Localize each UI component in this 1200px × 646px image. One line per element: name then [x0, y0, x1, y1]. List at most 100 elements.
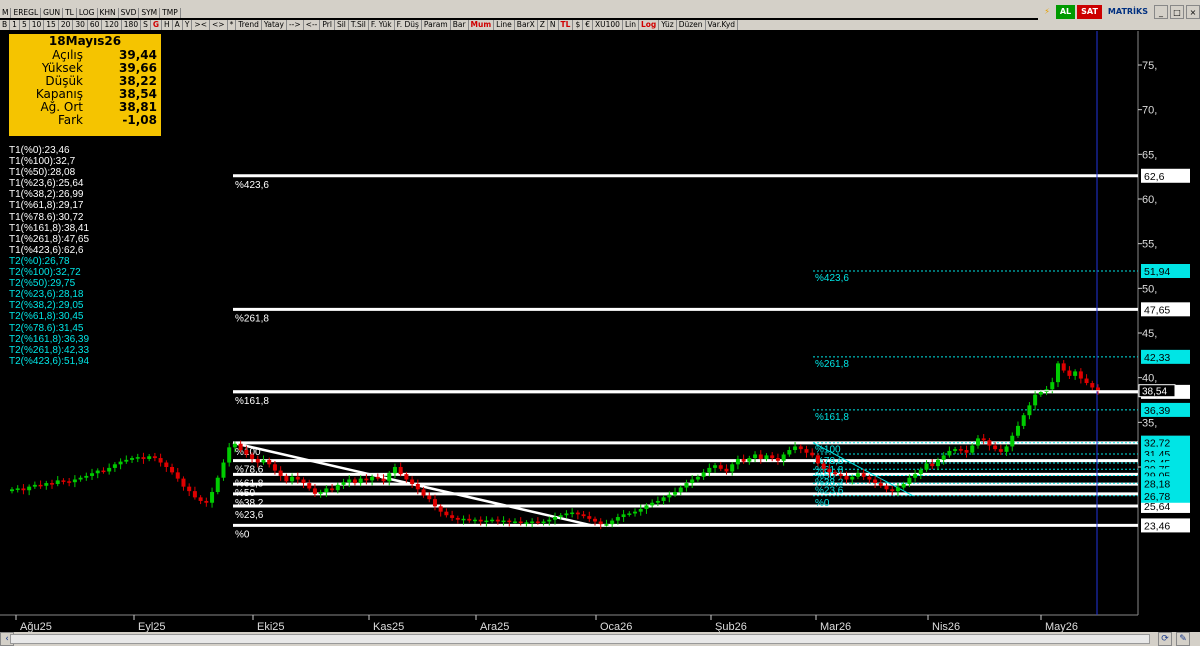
candle-body — [907, 477, 912, 484]
bolt-icon[interactable]: ⚡ — [1040, 4, 1054, 19]
toolbar-button[interactable]: 60 — [87, 20, 103, 30]
toolbar-button[interactable]: G — [150, 20, 163, 30]
toolbar-button[interactable]: Yatay — [261, 20, 287, 30]
price-chart[interactable]: 75,70,65,60,55,50,45,40,35,30,Ağu25Eyl25… — [0, 31, 1200, 632]
toolbar-button[interactable]: F. Düş — [394, 20, 422, 30]
toolbar-button[interactable]: F. Yük — [368, 20, 395, 30]
candle-body — [987, 440, 992, 446]
toolbar-button[interactable]: <> — [209, 20, 228, 30]
sell-button[interactable]: SAT — [1077, 4, 1102, 19]
toolbar-button[interactable]: BarX — [514, 20, 538, 30]
toolbar-button[interactable]: T.Sil — [348, 20, 369, 30]
candle-body — [10, 489, 14, 492]
toolbar-button[interactable]: $ — [573, 20, 584, 30]
toolbar-button[interactable]: Log — [638, 20, 660, 30]
candle-body — [427, 495, 432, 500]
candle-body — [50, 483, 55, 485]
candle-body — [501, 520, 506, 523]
toolbar-button[interactable]: TL — [63, 8, 77, 18]
toolbar-button[interactable]: >< — [192, 20, 210, 30]
candle-body — [130, 458, 135, 460]
toolbar-button[interactable]: 15 — [44, 20, 59, 30]
toolbar-button[interactable]: Var.Kyd — [705, 20, 739, 30]
toolbar-button[interactable]: EREGL — [11, 8, 42, 18]
fib-list-item: T2(%61,8):30,45 — [9, 311, 84, 323]
wrench-icon[interactable]: ✎ — [1176, 632, 1190, 646]
toolbar-button[interactable]: KHN — [97, 8, 119, 18]
toolbar-button[interactable]: Lin — [622, 20, 639, 30]
toolbar-button[interactable]: SVD — [118, 8, 140, 18]
toolbar-button[interactable]: Y — [182, 20, 193, 30]
candle-body — [890, 489, 895, 492]
fib-list-item: T2(%161,8):36,39 — [9, 333, 90, 345]
toolbar-button[interactable]: Yüz — [659, 20, 677, 30]
toolbar-button[interactable]: Düzen — [676, 20, 706, 30]
candle-body — [810, 452, 815, 456]
toolbar-button[interactable]: Param — [421, 20, 451, 30]
candle-body — [575, 512, 580, 515]
candle-body — [284, 475, 289, 482]
toolbar-button[interactable]: Bar — [450, 20, 469, 30]
toolbar-button[interactable]: 5 — [19, 20, 30, 30]
toolbar-button[interactable]: Z — [537, 20, 548, 30]
y-tick-label: 40, — [1142, 373, 1157, 385]
minimize-icon[interactable]: _ — [1154, 4, 1168, 19]
toolbar-button[interactable]: Mum — [468, 20, 495, 30]
toolbar-button[interactable]: € — [583, 20, 593, 30]
candle-body — [255, 458, 260, 463]
candle-body — [958, 449, 963, 451]
toolbar-button[interactable]: <-- — [303, 20, 321, 30]
toolbar-button[interactable]: M — [0, 8, 12, 18]
fib-t1-price-tag-text: 47,65 — [1144, 304, 1170, 316]
x-tick-label: Ara25 — [480, 621, 509, 632]
fib-list-item: T2(%38,2):29,05 — [9, 300, 84, 312]
toolbar-button[interactable]: Line — [494, 20, 515, 30]
toolbar-right: ⚡ AL SAT MATRİKS _ □ × — [1038, 3, 1200, 20]
candle-body — [764, 455, 769, 459]
toolbar-button[interactable]: Sil — [334, 20, 349, 30]
toolbar-button[interactable]: Trend — [236, 20, 262, 30]
toolbar-button[interactable]: LOG — [76, 8, 98, 18]
toolbar-button[interactable]: B — [0, 20, 11, 30]
buy-button[interactable]: AL — [1055, 4, 1076, 19]
toolbar-button[interactable]: SYM — [139, 8, 161, 18]
close-icon[interactable]: × — [1186, 4, 1200, 19]
toolbar-button[interactable]: 20 — [58, 20, 74, 30]
refresh-icon[interactable]: ⟳ — [1158, 632, 1172, 646]
toolbar-button[interactable]: --> — [286, 20, 304, 30]
scroll-track[interactable] — [10, 634, 1150, 644]
candle-body — [821, 463, 826, 469]
candle-body — [861, 473, 866, 477]
toolbar-button[interactable]: Prl — [320, 20, 335, 30]
candle-body — [838, 474, 843, 476]
toolbar-button[interactable]: S — [141, 20, 151, 30]
candle-body — [490, 519, 495, 522]
toolbar-button[interactable]: 1 — [10, 20, 20, 30]
candle-body — [152, 456, 157, 459]
y-tick-label: 35, — [1142, 417, 1157, 429]
toolbar-button[interactable]: * — [227, 20, 237, 30]
candle-body — [101, 470, 106, 473]
toolbar-button[interactable]: N — [547, 20, 559, 30]
y-tick-label: 55, — [1142, 239, 1157, 251]
candle-body — [787, 450, 792, 455]
toolbar-button[interactable]: 120 — [102, 20, 122, 30]
toolbar-button[interactable]: A — [172, 20, 183, 30]
fib-t2-price-tag-text: 42,33 — [1144, 352, 1170, 364]
toolbar-button[interactable]: 30 — [73, 20, 88, 30]
toolbar-button[interactable]: H — [162, 20, 173, 30]
x-tick-label: Şub26 — [715, 621, 747, 632]
toolbar-button[interactable]: 180 — [121, 20, 142, 30]
fib-list-item: T2(%50):29,75 — [9, 278, 76, 290]
toolbar-button[interactable]: TL — [558, 20, 574, 30]
candle-body — [953, 449, 958, 451]
toolbar-button[interactable]: GUN — [41, 8, 64, 18]
toolbar-button[interactable]: 10 — [29, 20, 45, 30]
candle-body — [261, 459, 266, 463]
candle-body — [553, 517, 557, 520]
toolbar-button[interactable]: XU100 — [593, 20, 623, 30]
bottom-scrollbar[interactable]: ‹ ⟳ ✎ — [0, 632, 1200, 646]
toolbar-button[interactable]: TMP — [160, 8, 181, 18]
fib-t1-label: %261,8 — [235, 313, 269, 324]
maximize-icon[interactable]: □ — [1170, 4, 1184, 19]
